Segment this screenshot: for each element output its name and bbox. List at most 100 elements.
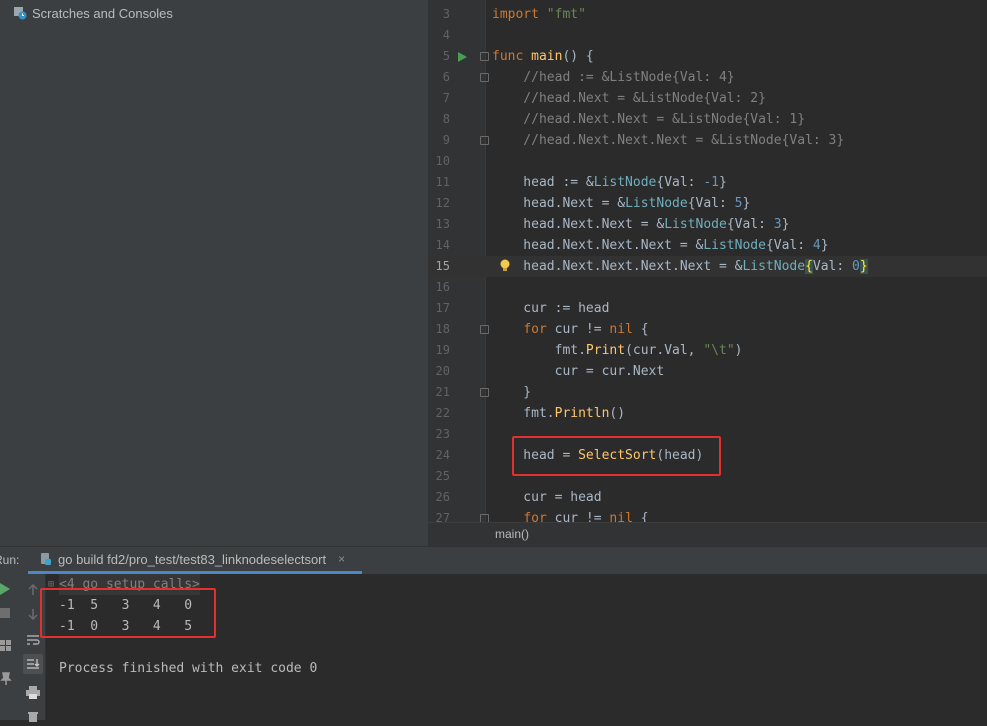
- line-number[interactable]: 16: [428, 277, 450, 298]
- line-number[interactable]: 19: [428, 340, 450, 361]
- fold-marker-icon[interactable]: [480, 136, 489, 145]
- line-number[interactable]: 18: [428, 319, 450, 340]
- line-number[interactable]: 22: [428, 403, 450, 424]
- code-line[interactable]: 10: [428, 151, 987, 172]
- code-text[interactable]: }: [492, 382, 531, 403]
- line-number[interactable]: 21: [428, 382, 450, 403]
- code-text[interactable]: head.Next.Next.Next.Next = &ListNode{Val…: [492, 256, 868, 277]
- scroll-to-end-icon[interactable]: [23, 654, 43, 674]
- line-number[interactable]: 13: [428, 214, 450, 235]
- line-number[interactable]: 11: [428, 172, 450, 193]
- close-icon[interactable]: ×: [338, 552, 345, 566]
- code-line[interactable]: 13 head.Next.Next = &ListNode{Val: 3}: [428, 214, 987, 235]
- fold-marker-icon[interactable]: [480, 325, 489, 334]
- code-text[interactable]: head.Next.Next.Next = &ListNode{Val: 4}: [492, 235, 828, 256]
- code-token: ListNode: [742, 259, 806, 274]
- fold-marker-icon[interactable]: [480, 52, 489, 61]
- line-number[interactable]: 12: [428, 193, 450, 214]
- code-token: ): [734, 343, 743, 358]
- code-line[interactable]: 3 import "fmt": [428, 4, 987, 25]
- code-line[interactable]: 11 head := &ListNode{Val: -1}: [428, 172, 987, 193]
- code-line[interactable]: 15 head.Next.Next.Next.Next = &ListNode{…: [428, 256, 987, 277]
- line-number[interactable]: 14: [428, 235, 450, 256]
- code-token: 3: [773, 217, 782, 232]
- code-line[interactable]: 7 //head.Next = &ListNode{Val: 2}: [428, 88, 987, 109]
- code-text[interactable]: //head.Next.Next = &ListNode{Val: 1}: [492, 109, 805, 130]
- line-number[interactable]: 4: [428, 25, 450, 46]
- line-number[interactable]: 23: [428, 424, 450, 445]
- line-number[interactable]: 5: [428, 46, 450, 67]
- code-text[interactable]: head.Next = &ListNode{Val: 5}: [492, 193, 750, 214]
- line-number[interactable]: 24: [428, 445, 450, 466]
- code-text[interactable]: func main() {: [492, 46, 594, 67]
- pin-icon[interactable]: [0, 672, 12, 686]
- code-token: "\t": [703, 343, 735, 358]
- output-highlight-box: [40, 588, 216, 638]
- code-text[interactable]: cur = cur.Next: [492, 361, 665, 382]
- code-line[interactable]: 27 for cur != nil {: [428, 508, 987, 522]
- code-text[interactable]: fmt.Print(cur.Val, "\t"): [492, 340, 743, 361]
- code-line[interactable]: 12 head.Next = &ListNode{Val: 5}: [428, 193, 987, 214]
- code-text[interactable]: for cur != nil {: [492, 319, 648, 340]
- code-token: }: [742, 196, 751, 211]
- code-text[interactable]: cur := head: [492, 298, 609, 319]
- run-tab[interactable]: go build fd2/pro_test/test83_linknodesel…: [28, 547, 362, 574]
- code-text[interactable]: head := &ListNode{Val: -1}: [492, 172, 727, 193]
- code-token: for: [523, 511, 555, 522]
- line-number[interactable]: 8: [428, 109, 450, 130]
- code-line[interactable]: 9 //head.Next.Next.Next = &ListNode{Val:…: [428, 130, 987, 151]
- code-text[interactable]: //head.Next = &ListNode{Val: 2}: [492, 88, 766, 109]
- code-line[interactable]: 6 //head := &ListNode{Val: 4}: [428, 67, 987, 88]
- code-line[interactable]: 8 //head.Next.Next = &ListNode{Val: 1}: [428, 109, 987, 130]
- line-number[interactable]: 27: [428, 508, 450, 522]
- line-number[interactable]: 3: [428, 4, 450, 25]
- line-number[interactable]: 15: [428, 256, 450, 277]
- code-token: head.Next.Next = &: [492, 217, 665, 232]
- code-line[interactable]: 22 fmt.Println(): [428, 403, 987, 424]
- code-line[interactable]: 4: [428, 25, 987, 46]
- code-line[interactable]: 19 fmt.Print(cur.Val, "\t"): [428, 340, 987, 361]
- line-number[interactable]: 10: [428, 151, 450, 172]
- stop-icon[interactable]: [0, 608, 10, 618]
- code-text[interactable]: cur = head: [492, 487, 601, 508]
- editor-breadcrumb-bar: main(): [428, 522, 987, 546]
- line-number[interactable]: 17: [428, 298, 450, 319]
- project-tree-item-scratches[interactable]: Scratches and Consoles: [13, 4, 173, 22]
- line-number[interactable]: 9: [428, 130, 450, 151]
- fold-marker-icon[interactable]: [480, 388, 489, 397]
- code-line[interactable]: 5 func main() {: [428, 46, 987, 67]
- print-icon[interactable]: [23, 682, 43, 702]
- code-text[interactable]: //head := &ListNode{Val: 4}: [492, 67, 734, 88]
- code-line[interactable]: 26 cur = head: [428, 487, 987, 508]
- code-line[interactable]: 18 for cur != nil {: [428, 319, 987, 340]
- console-output[interactable]: ⊞ <4 go setup calls> -1 5 3 4 0 -1 0 3 4…: [40, 574, 987, 720]
- code-line[interactable]: 14 head.Next.Next.Next = &ListNode{Val: …: [428, 235, 987, 256]
- run-gutter-icon[interactable]: [458, 52, 467, 62]
- code-editor[interactable]: 3 import "fmt" 4 5 func main() {6 //head := …: [428, 0, 987, 546]
- code-text[interactable]: fmt.Println(): [492, 403, 625, 424]
- layout-icon[interactable]: [0, 640, 12, 652]
- code-token: fmt.: [492, 406, 555, 421]
- code-text[interactable]: for cur != nil {: [492, 508, 649, 522]
- line-number[interactable]: 20: [428, 361, 450, 382]
- code-text[interactable]: head.Next.Next = &ListNode{Val: 3}: [492, 214, 789, 235]
- code-line[interactable]: 17 cur := head: [428, 298, 987, 319]
- code-text[interactable]: //head.Next.Next.Next = &ListNode{Val: 3…: [492, 130, 844, 151]
- code-text[interactable]: import "fmt": [492, 4, 586, 25]
- delete-icon[interactable]: [23, 706, 43, 726]
- line-number[interactable]: 7: [428, 88, 450, 109]
- fold-marker-icon[interactable]: [480, 514, 489, 522]
- code-line[interactable]: 16: [428, 277, 987, 298]
- code-token: }: [719, 175, 727, 190]
- code-token: Print: [585, 343, 626, 358]
- rerun-icon[interactable]: [0, 582, 12, 596]
- code-token: {: [632, 511, 649, 522]
- line-number[interactable]: 6: [428, 67, 450, 88]
- line-number[interactable]: 25: [428, 466, 450, 487]
- code-line[interactable]: 20 cur = cur.Next: [428, 361, 987, 382]
- breadcrumb[interactable]: main(): [495, 527, 529, 541]
- fold-marker-icon[interactable]: [480, 73, 489, 82]
- code-line[interactable]: 21 }: [428, 382, 987, 403]
- line-number[interactable]: 26: [428, 487, 450, 508]
